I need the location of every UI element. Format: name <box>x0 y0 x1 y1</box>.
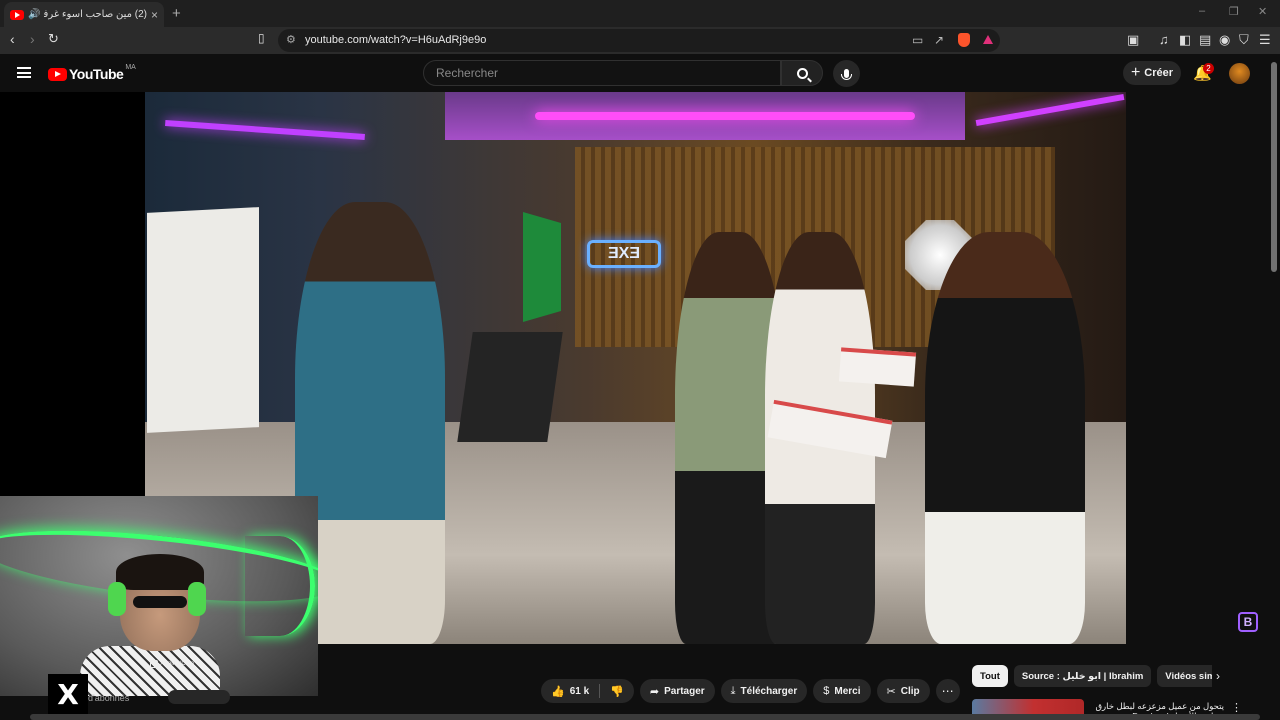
thanks-label: Merci <box>834 685 861 697</box>
thumbs-down-icon: 👎 <box>610 685 624 698</box>
like-count: 61 k <box>569 685 590 697</box>
scissors-icon: ✂ <box>886 685 896 698</box>
clip-button[interactable]: ✂ Clip <box>876 679 930 703</box>
chip-source[interactable]: Source : ابو خليل | Ibrahim <box>1013 665 1152 687</box>
video-flag <box>523 212 561 322</box>
wallet-icon[interactable]: ▤ <box>1199 32 1211 48</box>
youtube-logo-text: YouTube <box>69 66 124 82</box>
related-filter-chips: Tout Source : ابو خليل | Ibrahim Vidéos … <box>972 665 1212 687</box>
video-neon-light-right <box>975 94 1125 126</box>
reload-icon[interactable]: ↻ <box>48 31 59 47</box>
horizontal-scrollbar[interactable] <box>30 714 1260 720</box>
video-person <box>925 232 1085 644</box>
webcam-headset <box>188 582 206 616</box>
vcam-label-text: XSplit VCam <box>160 661 195 667</box>
youtube-favicon-icon <box>10 9 24 20</box>
profile-icon[interactable]: ◉ <box>1219 32 1230 48</box>
browser-toolbar: ‹ › ↻ ▯ ⚙ youtube.com/watch?v=H6uAdRj9e9… <box>0 27 1280 54</box>
thanks-dollar-icon: $ <box>823 685 830 697</box>
more-vertical-icon[interactable]: ⋮ <box>1231 701 1242 714</box>
back-icon[interactable]: ‹ <box>10 31 15 47</box>
download-button[interactable]: ⤓ Télécharger <box>720 679 808 703</box>
like-dislike-group: 👍 61 k 👎 <box>541 679 634 703</box>
share-label: Partager <box>664 685 705 697</box>
search-box: Rechercher <box>423 60 823 86</box>
new-tab-button[interactable]: + <box>172 5 181 22</box>
more-horizontal-icon: ⋯ <box>941 684 954 698</box>
share-arrow-icon: ➦ <box>649 685 660 698</box>
video-actions: 👍 61 k 👎 ➦ Partager ⤓ Télécharger $ Merc… <box>541 679 960 703</box>
browser-tab[interactable]: 🔊 (2) مين صاحب اسوء غرفة في × <box>4 2 164 27</box>
site-settings-icon[interactable]: ⚙ <box>286 33 296 46</box>
player-left-margin <box>0 92 145 496</box>
video-whiteboard <box>147 207 259 433</box>
search-input[interactable]: Rechercher <box>423 60 781 86</box>
webcam-headset <box>108 582 126 616</box>
more-actions-button[interactable]: ⋯ <box>935 679 960 703</box>
thanks-button[interactable]: $ Merci <box>813 679 871 703</box>
clip-label: Clip <box>900 685 920 697</box>
vpn-icon[interactable]: ⛉ <box>1239 32 1249 48</box>
like-button[interactable]: 👍 61 k <box>541 679 599 703</box>
share-page-icon[interactable]: ↗ <box>934 33 944 47</box>
subscribe-button[interactable] <box>168 690 230 704</box>
speaker-icon[interactable]: 🔊 <box>28 9 40 20</box>
guide-menu-icon[interactable] <box>17 67 31 78</box>
channel-watermark-icon[interactable]: B <box>1238 612 1258 632</box>
media-icon[interactable]: ♫ <box>1159 32 1169 47</box>
screenshot-icon[interactable]: ▣ <box>1127 32 1139 48</box>
search-button[interactable] <box>781 60 823 86</box>
maximize-button[interactable]: ❐ <box>1229 5 1239 18</box>
video-desk <box>457 332 563 442</box>
brave-shields-icon[interactable] <box>958 33 970 47</box>
share-button[interactable]: ➦ Partager <box>639 679 715 703</box>
notification-badge: 2 <box>1203 63 1214 74</box>
chip-similar[interactable]: Vidéos similaires <box>1157 665 1212 687</box>
vcam-icon <box>150 660 158 668</box>
brave-rewards-icon[interactable] <box>983 35 993 44</box>
chip-all[interactable]: Tout <box>972 665 1008 687</box>
video-logo-sign: ƎXƎ <box>587 240 661 268</box>
cast-icon[interactable]: ▭ <box>912 33 923 47</box>
youtube-header: YouTube MA Rechercher + Créer 🔔 2 <box>0 54 1280 92</box>
forward-icon[interactable]: › <box>30 31 35 47</box>
tab-close-icon[interactable]: × <box>151 8 158 22</box>
search-icon <box>796 67 808 79</box>
bookmark-icon[interactable]: ▯ <box>258 31 265 45</box>
address-bar[interactable]: ⚙ youtube.com/watch?v=H6uAdRj9e9o ▭ ↗ <box>278 29 1000 52</box>
close-window-button[interactable]: ✕ <box>1258 5 1267 18</box>
youtube-play-icon <box>48 67 67 81</box>
thumbs-up-icon: 👍 <box>551 685 565 698</box>
plus-icon: + <box>1130 64 1141 81</box>
download-icon: ⤓ <box>730 684 736 697</box>
download-label: Télécharger <box>740 685 798 697</box>
address-url[interactable]: youtube.com/watch?v=H6uAdRj9e9o <box>305 34 486 46</box>
x-logo-icon: X <box>48 674 88 714</box>
page-scrollbar[interactable] <box>1271 62 1277 272</box>
browser-tabstrip: 🔊 (2) مين صاحب اسوء غرفة في × + – ❐ ✕ <box>0 0 1280 27</box>
sidebar-icon[interactable]: ◧ <box>1179 32 1191 48</box>
webcam-shirt <box>80 646 220 696</box>
vcam-label: XSplit VCam <box>150 660 194 668</box>
account-avatar[interactable] <box>1229 63 1250 84</box>
webcam-overlay: XSplit VCam <box>0 496 318 696</box>
chevron-right-icon[interactable]: › <box>1216 669 1220 683</box>
country-code: MA <box>125 63 136 71</box>
subscriber-count: d'abonnés <box>88 693 130 703</box>
menu-icon[interactable]: ☰ <box>1259 32 1271 48</box>
video-neon-light <box>535 112 915 120</box>
video-paper <box>838 347 917 387</box>
dislike-button[interactable]: 👎 <box>600 679 634 703</box>
create-button[interactable]: + Créer <box>1123 61 1181 85</box>
voice-search-button[interactable] <box>833 60 860 87</box>
tab-title: (2) مين صاحب اسوء غرفة في <box>44 9 147 20</box>
webcam-neon-strip <box>245 536 315 636</box>
create-label: Créer <box>1144 67 1174 79</box>
minimize-button[interactable]: – <box>1199 5 1205 17</box>
youtube-logo[interactable]: YouTube MA <box>48 63 136 82</box>
microphone-icon <box>841 69 852 80</box>
video-neon-light-left <box>165 120 365 140</box>
webcam-sunglasses <box>133 596 187 608</box>
